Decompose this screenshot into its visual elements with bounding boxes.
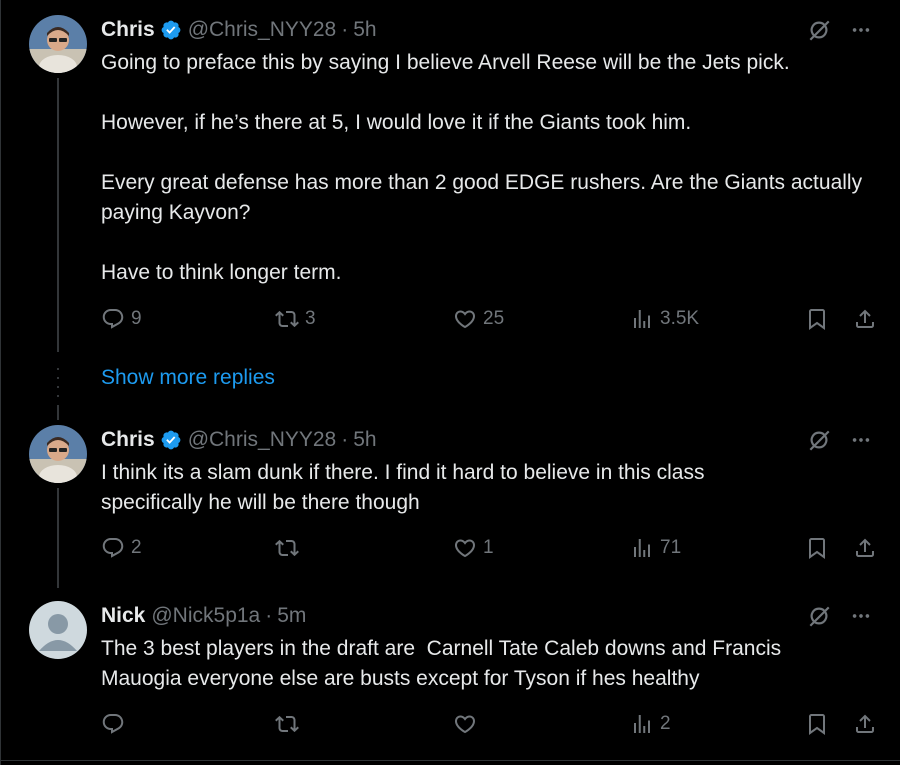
like-button[interactable]: 1	[453, 536, 494, 560]
reply-button[interactable]	[101, 712, 131, 736]
like-button[interactable]: 25	[453, 307, 504, 331]
repost-button[interactable]	[275, 712, 305, 736]
views-button[interactable]: 2	[630, 712, 671, 736]
author-handle[interactable]: @Chris_NYY28	[188, 428, 337, 452]
share-button[interactable]	[853, 536, 877, 560]
tweet-header: Chris @Chris_NYY28 · 5h	[101, 428, 377, 452]
views-icon	[630, 712, 654, 736]
author-name[interactable]: Chris	[101, 428, 155, 452]
divider	[1, 760, 900, 761]
reply-icon	[101, 712, 125, 736]
tweet-header: Nick @Nick5p1a · 5m	[101, 604, 306, 628]
share-icon	[853, 712, 877, 736]
view-count: 71	[660, 537, 682, 558]
thread-line	[57, 405, 59, 420]
repost-icon	[275, 307, 299, 331]
tweet-actions: 9 3 25 3.5K	[101, 307, 881, 337]
like-icon	[453, 712, 477, 736]
views-button[interactable]: 3.5K	[630, 307, 699, 331]
bookmark-button[interactable]	[805, 307, 829, 331]
reply-icon	[101, 307, 125, 331]
bookmark-button[interactable]	[805, 712, 829, 736]
separator-dot: ·	[341, 428, 349, 451]
repost-icon	[275, 536, 299, 560]
like-count: 1	[483, 537, 494, 558]
tweet-actions: 2	[101, 712, 881, 742]
grok-icon[interactable]	[806, 17, 832, 43]
reply-icon	[101, 536, 125, 560]
reply-button[interactable]: 2	[101, 536, 142, 560]
tweet-text: I think its a slam dunk if there. I find…	[101, 461, 711, 514]
tweet-top-icons	[806, 427, 872, 453]
separator-dot: ·	[341, 18, 349, 41]
thread-line	[57, 488, 59, 588]
tweet-actions: 2 1 71	[101, 536, 881, 566]
repost-button[interactable]	[275, 536, 305, 560]
avatar[interactable]	[29, 601, 87, 659]
grok-icon[interactable]	[806, 603, 832, 629]
thread-dots	[57, 368, 59, 398]
view-count: 2	[660, 713, 671, 734]
author-handle[interactable]: @Nick5p1a	[151, 604, 260, 628]
views-icon	[630, 307, 654, 331]
like-icon	[453, 307, 477, 331]
verified-badge-icon	[160, 429, 182, 451]
view-count: 3.5K	[660, 308, 700, 329]
author-name[interactable]: Nick	[101, 604, 145, 628]
verified-badge-icon	[160, 19, 182, 41]
share-button[interactable]	[853, 712, 877, 736]
bookmark-icon	[805, 536, 829, 560]
more-icon[interactable]	[850, 19, 872, 41]
repost-icon	[275, 712, 299, 736]
grok-icon[interactable]	[806, 427, 832, 453]
reply-button[interactable]: 9	[101, 307, 142, 331]
bookmark-icon	[805, 307, 829, 331]
tweet-text: The 3 best players in the draft are Carn…	[101, 637, 787, 690]
separator-dot: ·	[265, 604, 273, 627]
avatar[interactable]	[29, 425, 87, 483]
share-icon	[853, 307, 877, 331]
like-count: 25	[483, 308, 505, 329]
more-icon[interactable]	[850, 605, 872, 627]
share-icon	[853, 536, 877, 560]
more-icon[interactable]	[850, 429, 872, 451]
tweet-text: Going to preface this by saying I believ…	[101, 51, 863, 284]
avatar[interactable]	[29, 15, 87, 73]
timestamp[interactable]: 5m	[277, 604, 306, 628]
like-button[interactable]	[453, 712, 483, 736]
repost-button[interactable]: 3	[275, 307, 316, 331]
tweet-header: Chris @Chris_NYY28 · 5h	[101, 18, 377, 42]
bookmark-button[interactable]	[805, 536, 829, 560]
show-more-replies-link[interactable]: Show more replies	[101, 366, 275, 390]
reply-count: 2	[131, 537, 142, 558]
bookmark-icon	[805, 712, 829, 736]
timestamp[interactable]: 5h	[353, 428, 376, 452]
tweet-top-icons	[806, 17, 872, 43]
like-icon	[453, 536, 477, 560]
author-name[interactable]: Chris	[101, 18, 155, 42]
views-button[interactable]: 71	[630, 536, 681, 560]
reply-count: 9	[131, 308, 142, 329]
views-icon	[630, 536, 654, 560]
timestamp[interactable]: 5h	[353, 18, 376, 42]
repost-count: 3	[305, 308, 316, 329]
author-handle[interactable]: @Chris_NYY28	[188, 18, 337, 42]
tweet-top-icons	[806, 603, 872, 629]
share-button[interactable]	[853, 307, 877, 331]
thread-line	[57, 78, 59, 352]
